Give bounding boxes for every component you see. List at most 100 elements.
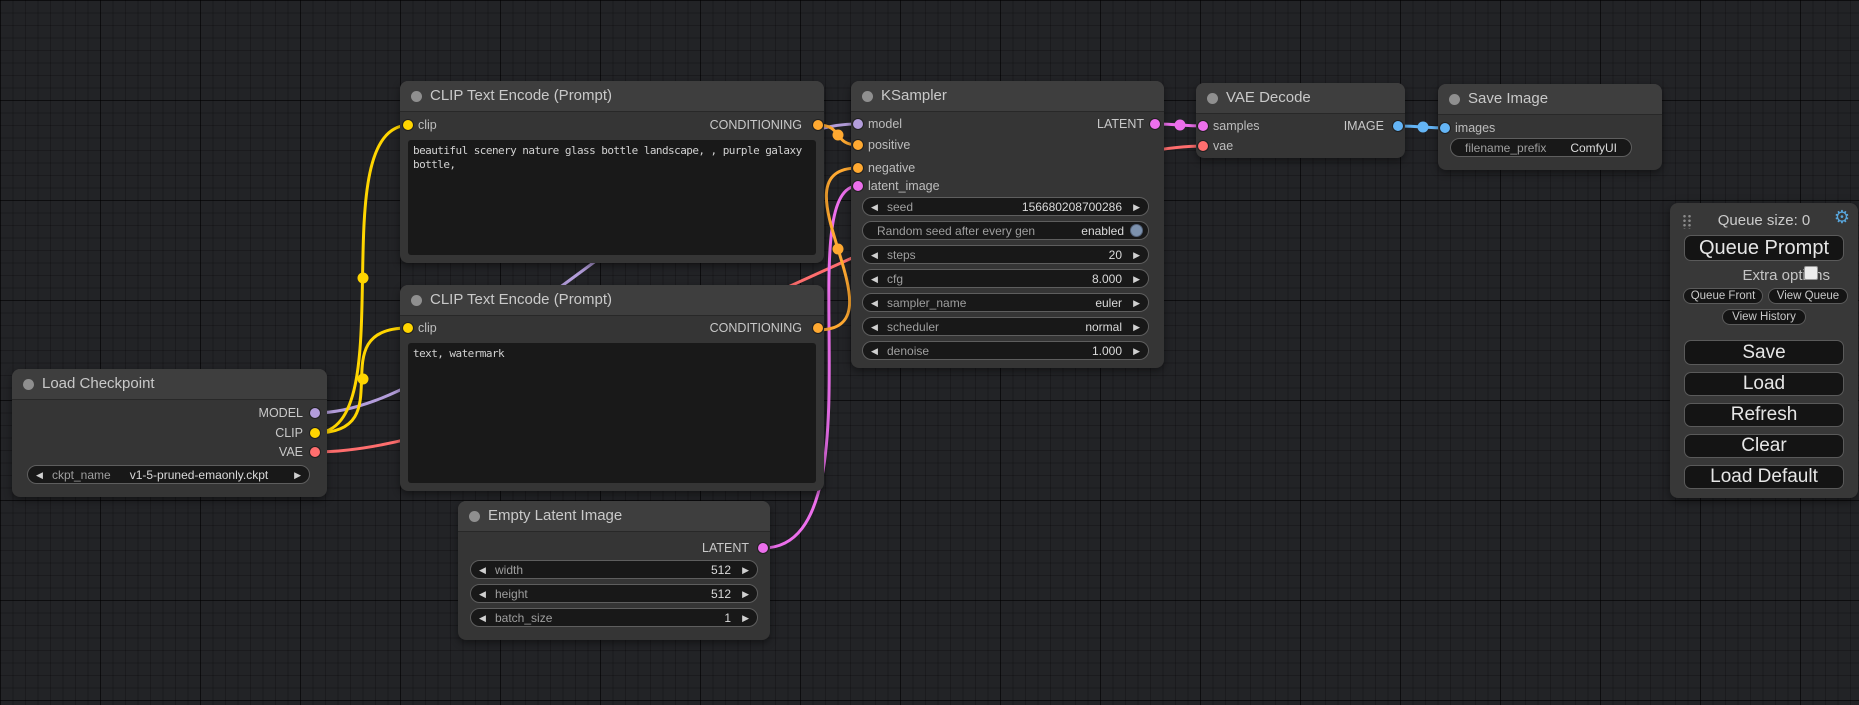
- node-title-bar[interactable]: KSampler: [851, 81, 1164, 112]
- node-vae-decode[interactable]: VAE Decode samples vae IMAGE: [1196, 83, 1405, 158]
- queue-panel[interactable]: Queue size: 0 ⚙ Queue Prompt Extra optio…: [1670, 203, 1858, 498]
- output-label-clip: CLIP: [275, 426, 303, 440]
- node-ksampler[interactable]: KSampler model positive negative latent_…: [851, 81, 1164, 368]
- node-title-bar[interactable]: CLIP Text Encode (Prompt): [400, 285, 824, 316]
- extra-options-checkbox[interactable]: [1804, 266, 1818, 280]
- refresh-button[interactable]: Refresh: [1684, 403, 1844, 427]
- input-label-clip: clip: [418, 118, 437, 132]
- decrement-arrow-icon[interactable]: ◀: [871, 198, 878, 216]
- denoise-widget[interactable]: ◀ denoise 1.000 ▶: [862, 341, 1149, 360]
- scheduler-widget[interactable]: ◀ scheduler normal ▶: [862, 317, 1149, 336]
- queue-prompt-button[interactable]: Queue Prompt: [1684, 235, 1844, 261]
- input-port-clip[interactable]: [403, 323, 413, 333]
- steps-widget[interactable]: ◀ steps 20 ▶: [862, 245, 1149, 264]
- input-port-images[interactable]: [1440, 123, 1450, 133]
- input-port-latent-image[interactable]: [853, 181, 863, 191]
- widget-label: filename_prefix: [1465, 139, 1546, 157]
- node-clip-text-encode-positive[interactable]: CLIP Text Encode (Prompt) clip CONDITION…: [400, 81, 824, 263]
- cfg-widget[interactable]: ◀ cfg 8.000 ▶: [862, 269, 1149, 288]
- sampler-name-widget[interactable]: ◀ sampler_name euler ▶: [862, 293, 1149, 312]
- clear-button[interactable]: Clear: [1684, 434, 1844, 458]
- increment-arrow-icon[interactable]: ▶: [1133, 246, 1140, 264]
- increment-arrow-icon[interactable]: ▶: [742, 585, 749, 603]
- node-load-checkpoint[interactable]: Load Checkpoint MODEL CLIP VAE ◀ ckpt_na…: [12, 369, 327, 497]
- save-button[interactable]: Save: [1684, 340, 1844, 365]
- node-save-image[interactable]: Save Image images filename_prefix ComfyU…: [1438, 84, 1662, 170]
- increment-arrow-icon[interactable]: ▶: [1133, 294, 1140, 312]
- node-title-bar[interactable]: Load Checkpoint: [12, 369, 327, 400]
- increment-arrow-icon[interactable]: ▶: [1133, 198, 1140, 216]
- width-widget[interactable]: ◀ width 512 ▶: [470, 560, 758, 579]
- increment-arrow-icon[interactable]: ▶: [742, 609, 749, 627]
- node-status-dot-icon: [23, 379, 34, 390]
- increment-arrow-icon[interactable]: ▶: [1133, 342, 1140, 360]
- input-port-model[interactable]: [853, 119, 863, 129]
- prompt-textarea[interactable]: beautiful scenery nature glass bottle la…: [408, 140, 816, 255]
- output-label-latent: LATENT: [702, 541, 749, 555]
- widget-label: seed: [887, 198, 913, 216]
- link-dot: [1175, 120, 1186, 131]
- input-port-negative[interactable]: [853, 163, 863, 173]
- widget-label: steps: [887, 246, 916, 264]
- output-port-image[interactable]: [1393, 121, 1403, 131]
- decrement-arrow-icon[interactable]: ◀: [871, 270, 878, 288]
- input-port-samples[interactable]: [1198, 121, 1208, 131]
- widget-label: height: [495, 585, 528, 603]
- input-port-vae[interactable]: [1198, 141, 1208, 151]
- link-dot: [358, 374, 369, 385]
- decrement-arrow-icon[interactable]: ◀: [871, 246, 878, 264]
- load-button[interactable]: Load: [1684, 372, 1844, 396]
- output-port-latent[interactable]: [758, 543, 768, 553]
- widget-label: batch_size: [495, 609, 552, 627]
- node-title-bar[interactable]: CLIP Text Encode (Prompt): [400, 81, 824, 112]
- decrement-arrow-icon[interactable]: ◀: [36, 466, 43, 484]
- toggle-dot-icon[interactable]: [1130, 224, 1143, 237]
- queue-front-button[interactable]: Queue Front: [1683, 288, 1763, 304]
- node-status-dot-icon: [1449, 94, 1460, 105]
- ckpt-name-widget[interactable]: ◀ ckpt_name v1-5-pruned-emaonly.ckpt ▶: [27, 465, 310, 484]
- increment-arrow-icon[interactable]: ▶: [294, 466, 301, 484]
- view-queue-button[interactable]: View Queue: [1768, 288, 1848, 304]
- wire-clip-2: [315, 328, 408, 433]
- output-label-vae: VAE: [279, 445, 303, 459]
- increment-arrow-icon[interactable]: ▶: [1133, 318, 1140, 336]
- decrement-arrow-icon[interactable]: ◀: [871, 294, 878, 312]
- node-graph-canvas[interactable]: Load Checkpoint MODEL CLIP VAE ◀ ckpt_na…: [0, 0, 1859, 705]
- prompt-textarea[interactable]: text, watermark: [408, 343, 816, 483]
- decrement-arrow-icon[interactable]: ◀: [871, 342, 878, 360]
- input-port-positive[interactable]: [853, 140, 863, 150]
- decrement-arrow-icon[interactable]: ◀: [479, 561, 486, 579]
- decrement-arrow-icon[interactable]: ◀: [871, 318, 878, 336]
- widget-value: 8.000: [1092, 270, 1122, 288]
- seed-widget[interactable]: ◀ seed 156680208700286 ▶: [862, 197, 1149, 216]
- widget-label: scheduler: [887, 318, 939, 336]
- batch-size-widget[interactable]: ◀ batch_size 1 ▶: [470, 608, 758, 627]
- output-port-vae[interactable]: [310, 447, 320, 457]
- height-widget[interactable]: ◀ height 512 ▶: [470, 584, 758, 603]
- input-port-clip[interactable]: [403, 120, 413, 130]
- widget-value: 156680208700286: [1022, 198, 1122, 216]
- output-label-conditioning: CONDITIONING: [710, 321, 802, 335]
- filename-prefix-widget[interactable]: filename_prefix ComfyUI: [1450, 138, 1632, 157]
- increment-arrow-icon[interactable]: ▶: [1133, 270, 1140, 288]
- node-clip-text-encode-negative[interactable]: CLIP Text Encode (Prompt) clip CONDITION…: [400, 285, 824, 491]
- link-dot: [358, 273, 369, 284]
- load-default-button[interactable]: Load Default: [1684, 465, 1844, 489]
- node-empty-latent-image[interactable]: Empty Latent Image LATENT ◀ width 512 ▶ …: [458, 501, 770, 640]
- node-title-bar[interactable]: Save Image: [1438, 84, 1662, 115]
- output-port-latent[interactable]: [1150, 119, 1160, 129]
- gear-icon[interactable]: ⚙: [1834, 207, 1850, 228]
- node-title-bar[interactable]: Empty Latent Image: [458, 501, 770, 532]
- decrement-arrow-icon[interactable]: ◀: [479, 609, 486, 627]
- output-port-model[interactable]: [310, 408, 320, 418]
- node-title-bar[interactable]: VAE Decode: [1196, 83, 1405, 114]
- view-history-button[interactable]: View History: [1722, 309, 1806, 325]
- output-port-conditioning[interactable]: [813, 120, 823, 130]
- output-port-conditioning[interactable]: [813, 323, 823, 333]
- increment-arrow-icon[interactable]: ▶: [742, 561, 749, 579]
- random-seed-toggle-widget[interactable]: Random seed after every gen enabled: [862, 221, 1149, 240]
- widget-value: 1: [724, 609, 731, 627]
- output-port-clip[interactable]: [310, 428, 320, 438]
- node-title: Empty Latent Image: [488, 507, 622, 524]
- decrement-arrow-icon[interactable]: ◀: [479, 585, 486, 603]
